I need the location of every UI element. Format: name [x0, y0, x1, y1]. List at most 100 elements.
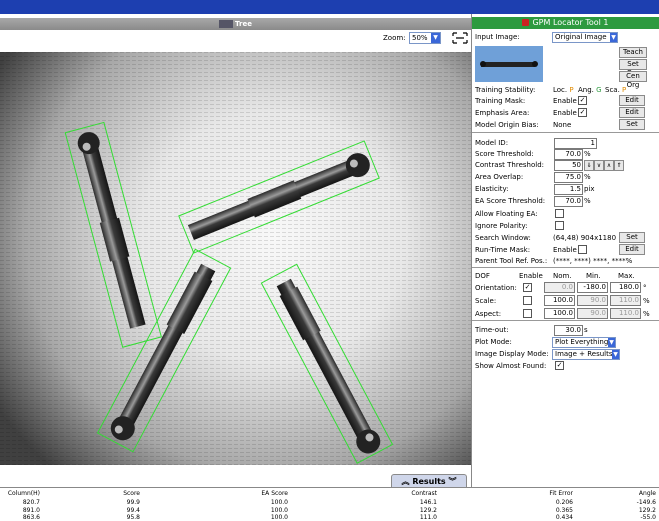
- emphasis-area-label: Emphasis Area:: [475, 109, 530, 117]
- dof-min-input[interactable]: 90.0: [577, 295, 608, 306]
- dof-max-input[interactable]: 180.0: [610, 282, 641, 293]
- fit-to-window-icon[interactable]: [452, 32, 468, 44]
- emphasis-edit-button[interactable]: Edit: [619, 107, 645, 118]
- chevron-down-icon: ▼: [612, 350, 619, 359]
- stepper-up-icon[interactable]: ∧: [604, 160, 614, 171]
- table-cell: 100.0: [270, 507, 288, 514]
- tree-header[interactable]: Tree: [0, 18, 471, 30]
- table-cell: 99.9: [126, 499, 140, 506]
- model-id-label: Model ID:: [475, 139, 509, 147]
- tree-title: Tree: [235, 20, 252, 28]
- dof-min-input[interactable]: -180.0: [577, 282, 608, 293]
- column-header: Contrast: [411, 490, 437, 497]
- emphasis-enable-label: Enable: [553, 109, 577, 117]
- dof-min-input[interactable]: 90.0: [577, 308, 608, 319]
- training-mask-label: Training Mask:: [475, 97, 526, 105]
- table-cell: 100.0: [270, 499, 288, 506]
- table-cell: 0.365: [555, 507, 573, 514]
- display-mode-value: Image + Results: [555, 350, 613, 358]
- elasticity-input[interactable]: 1.5: [554, 184, 583, 195]
- dof-max-input[interactable]: 110.0: [610, 295, 641, 306]
- almost-found-label: Show Almost Found:: [475, 362, 547, 370]
- search-window-label: Search Window:: [475, 234, 531, 242]
- emphasis-checkbox[interactable]: ✓: [578, 108, 587, 117]
- divider: [472, 267, 659, 268]
- almost-found-checkbox[interactable]: ✓: [555, 361, 564, 370]
- floating-ea-checkbox[interactable]: [555, 209, 564, 218]
- input-image-select[interactable]: Original Image ▼: [552, 32, 618, 43]
- ea-score-input[interactable]: 70.0: [554, 196, 583, 207]
- results-tab[interactable]: ︽ Results ︾: [391, 474, 467, 488]
- dof-header: DOF: [475, 272, 490, 280]
- training-mask-enable-label: Enable: [553, 97, 577, 105]
- dof-unit: %: [643, 297, 650, 305]
- elasticity-label: Elasticity:: [475, 185, 509, 193]
- training-stability-label: Training Stability:: [475, 86, 536, 94]
- stepper-up-double-icon[interactable]: ⇑: [614, 160, 624, 171]
- min-header: Min.: [586, 272, 601, 280]
- camera-image[interactable]: [0, 52, 471, 465]
- score-threshold-input[interactable]: 70.0: [554, 149, 583, 160]
- table-cell: 891.0: [22, 507, 40, 514]
- score-threshold-label: Score Threshold:: [475, 150, 534, 158]
- tool-title-bar: GPM Locator Tool 1: [472, 17, 659, 29]
- table-cell: 146.1: [419, 499, 437, 506]
- dof-nom-input[interactable]: 0.0: [544, 282, 575, 293]
- parent-ref-label: Parent Tool Ref. Pos.:: [475, 257, 548, 265]
- runtime-mask-edit-button[interactable]: Edit: [619, 244, 645, 255]
- model-id-input[interactable]: 1: [554, 138, 597, 149]
- plot-mode-select[interactable]: Plot Everything ▼: [552, 337, 616, 348]
- tool-icon: [522, 19, 530, 26]
- search-window-value: (64,48) 904x1180: [553, 234, 617, 242]
- table-cell: 129.2: [638, 507, 656, 514]
- cen-org-button[interactable]: Cen Org: [619, 71, 647, 89]
- training-mask-checkbox[interactable]: ✓: [578, 96, 587, 105]
- display-mode-select[interactable]: Image + Results ▼: [552, 349, 620, 360]
- zoom-value: 50%: [412, 34, 428, 42]
- column-header: Fit Error: [549, 490, 573, 497]
- dof-row-checkbox[interactable]: ✓: [523, 283, 532, 292]
- divider: [472, 132, 659, 133]
- area-overlap-unit: %: [584, 173, 591, 181]
- ea-score-label: EA Score Threshold:: [475, 197, 546, 205]
- dof-max-input[interactable]: 110.0: [610, 308, 641, 319]
- score-threshold-unit: %: [584, 150, 591, 158]
- stepper-down-icon[interactable]: ∨: [594, 160, 604, 171]
- dof-nom-input[interactable]: 100.0: [544, 295, 575, 306]
- input-image-label: Input Image:: [475, 33, 520, 41]
- nom-header: Nom.: [553, 272, 572, 280]
- search-window-set-button[interactable]: Set: [619, 232, 645, 243]
- contrast-threshold-input[interactable]: 50: [554, 160, 583, 171]
- stepper-down-double-icon[interactable]: ⇓: [584, 160, 594, 171]
- stability-ang: Ang. G: [578, 86, 602, 94]
- dof-row-checkbox[interactable]: [523, 309, 532, 318]
- contrast-threshold-label: Contrast Threshold:: [475, 161, 544, 169]
- zoom-select[interactable]: 50% ▼: [409, 32, 441, 44]
- ea-score-unit: %: [584, 197, 591, 205]
- ignore-polarity-checkbox[interactable]: [555, 221, 564, 230]
- area-overlap-label: Area Overlap:: [475, 173, 524, 181]
- max-header: Max.: [618, 272, 635, 280]
- set-org-button[interactable]: Set Org: [619, 59, 647, 77]
- teach-button[interactable]: Teach: [619, 47, 647, 58]
- display-mode-label: Image Display Mode:: [475, 350, 549, 358]
- tree-icon: [219, 20, 234, 28]
- dof-row-label: Scale:: [475, 297, 497, 305]
- dof-nom-input[interactable]: 100.0: [544, 308, 575, 319]
- chevron-down-icon: ︾: [448, 477, 457, 486]
- timeout-input[interactable]: 30.0: [554, 325, 583, 336]
- column-header: Score: [123, 490, 140, 497]
- chevron-up-icon: ︽: [401, 477, 410, 486]
- enable-header: Enable: [519, 272, 543, 280]
- area-overlap-input[interactable]: 75.0: [554, 172, 583, 183]
- chevron-down-icon: ▼: [610, 33, 617, 42]
- training-mask-edit-button[interactable]: Edit: [619, 95, 645, 106]
- runtime-mask-checkbox[interactable]: [578, 245, 587, 254]
- dof-row-label: Aspect:: [475, 310, 502, 318]
- runtime-mask-enable-label: Enable: [553, 246, 577, 254]
- table-cell: 0.206: [555, 499, 573, 506]
- origin-bias-set-button[interactable]: Set: [619, 119, 645, 130]
- floating-ea-label: Allow Floating EA:: [475, 210, 538, 218]
- timeout-unit: s: [584, 326, 588, 334]
- dof-row-checkbox[interactable]: [523, 296, 532, 305]
